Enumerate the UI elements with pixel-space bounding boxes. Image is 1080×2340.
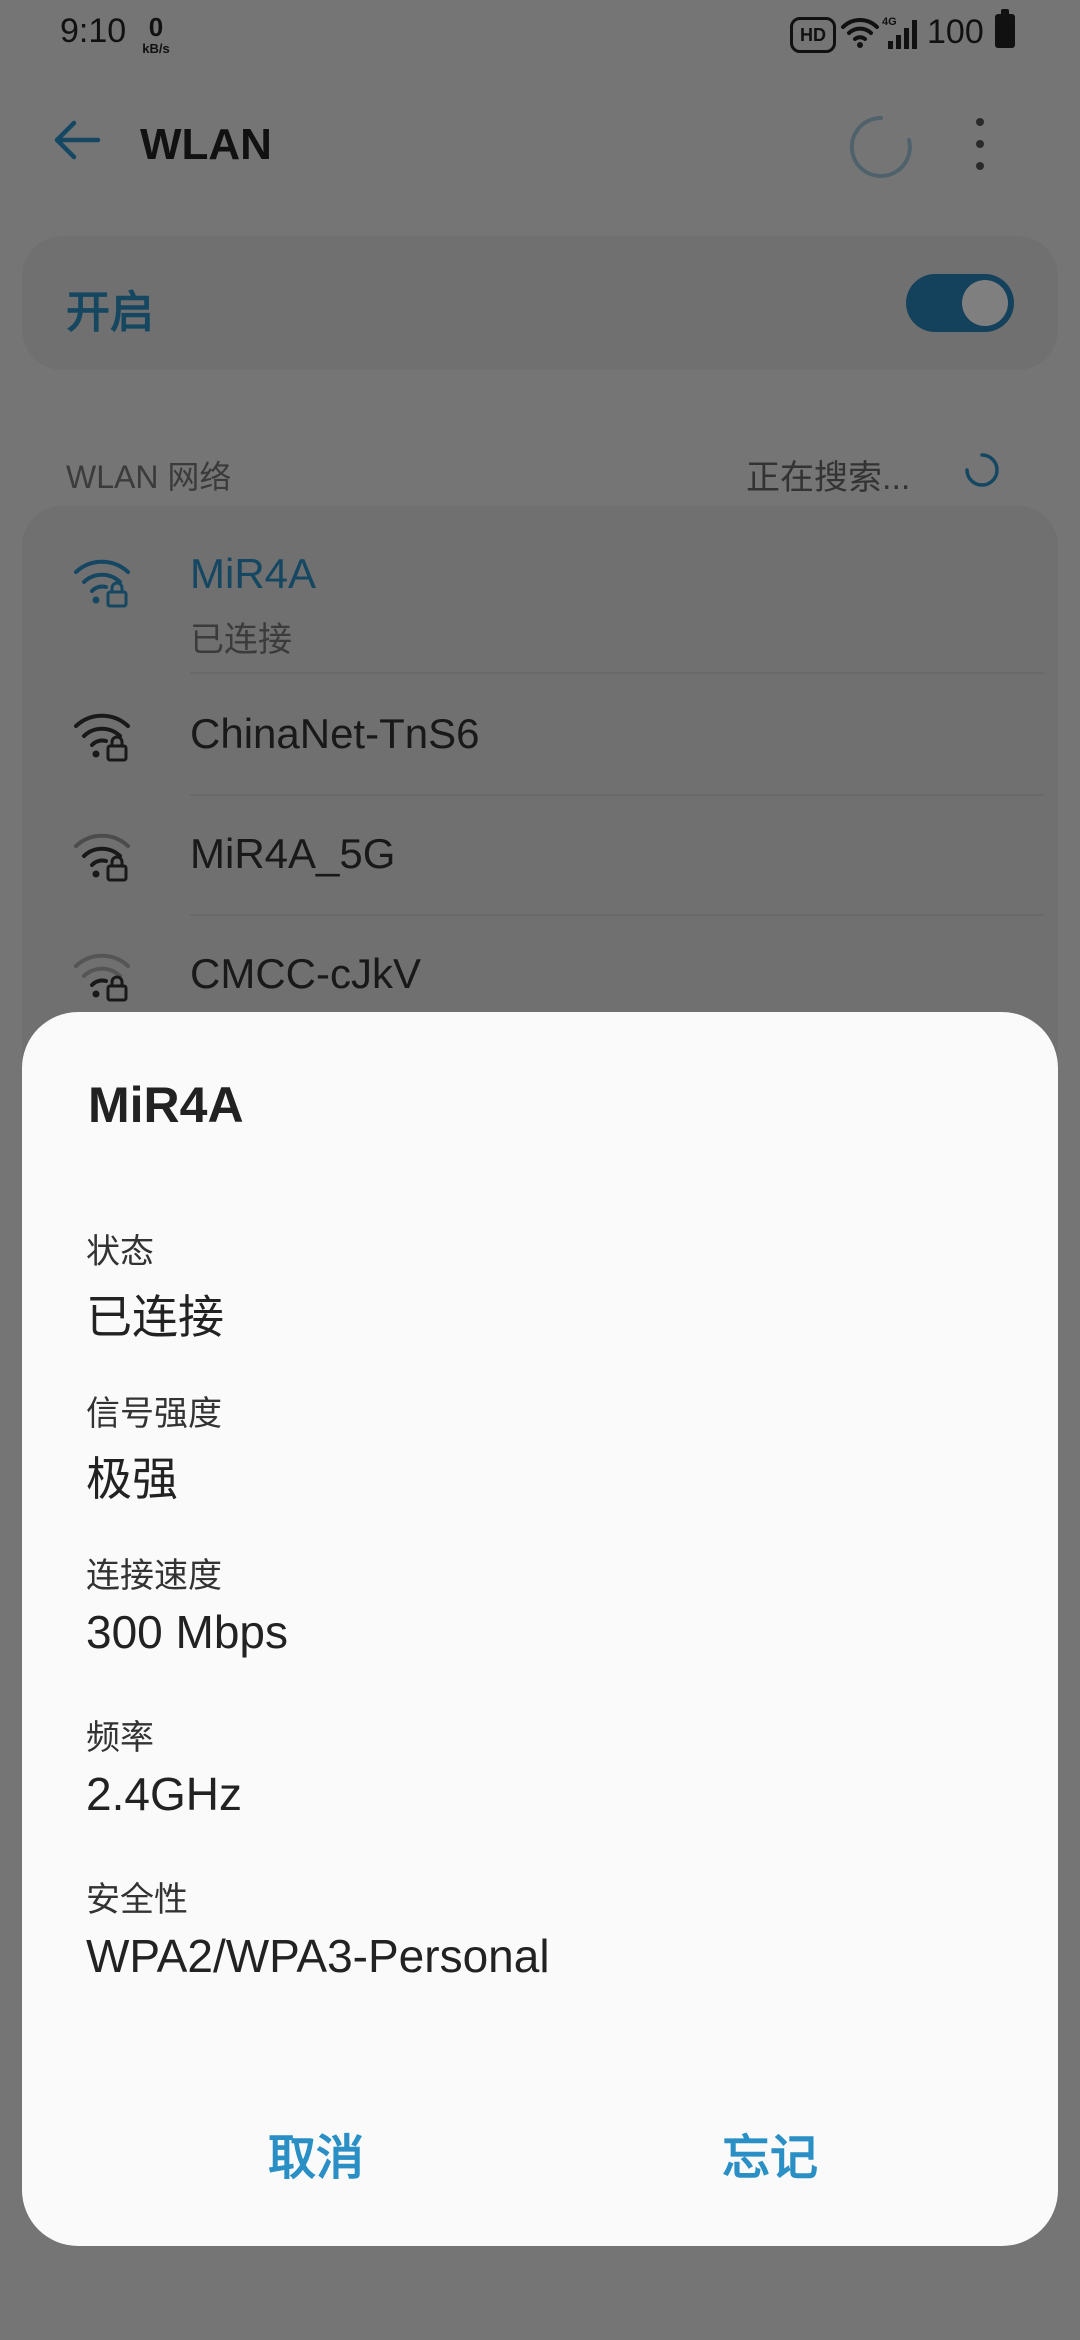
field-value: 2.4GHz (86, 1768, 242, 1820)
field-security: 安全性 WPA2/WPA3-Personal (86, 1872, 550, 1983)
field-label: 连接速度 (86, 1557, 222, 1595)
field-signal-strength: 信号强度 极强 (86, 1386, 222, 1509)
field-label: 信号强度 (86, 1395, 222, 1433)
field-value: 300 Mbps (86, 1606, 289, 1658)
field-value: 已连接 (86, 1291, 224, 1343)
field-link-speed: 连接速度 300 Mbps (86, 1548, 288, 1659)
field-status: 状态 已连接 (86, 1224, 224, 1347)
field-value: 极强 (86, 1453, 178, 1505)
network-details-dialog: MiR4A 状态 已连接 信号强度 极强 连接速度 300 Mbps 频率 2.… (22, 1012, 1058, 2246)
field-label: 安全性 (86, 1881, 188, 1919)
dialog-title: MiR4A (88, 1077, 244, 1133)
field-label: 状态 (86, 1233, 154, 1271)
cancel-button[interactable]: 取消 (268, 2118, 364, 2188)
forget-button[interactable]: 忘记 (722, 2118, 818, 2188)
field-frequency: 频率 2.4GHz (86, 1710, 242, 1821)
field-value: WPA2/WPA3-Personal (86, 1930, 550, 1982)
field-label: 频率 (86, 1719, 154, 1757)
